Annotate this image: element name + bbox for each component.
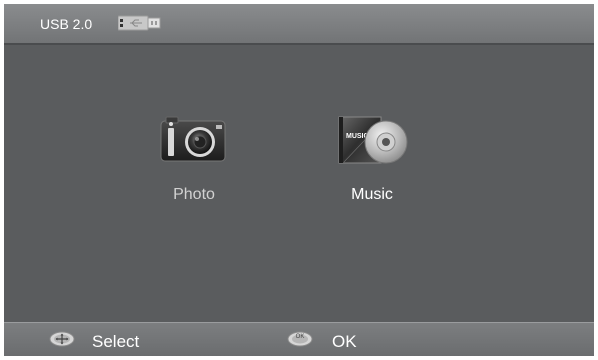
select-hint-label: Select	[92, 332, 140, 351]
ok-hint-label: OK	[332, 332, 357, 351]
photo-app-label: Photo	[173, 186, 215, 203]
photo-app-tile[interactable]: Photo	[144, 116, 234, 210]
bottom-bar: Select OK OK	[4, 322, 594, 356]
music-app-tile[interactable]: MUSIC Music	[326, 116, 416, 210]
music-cd-icon: MUSIC	[338, 116, 410, 171]
dpad-icon	[49, 331, 75, 352]
top-bar: USB 2.0	[4, 4, 594, 45]
source-label: USB 2.0	[40, 16, 93, 32]
ok-button-badge: OK	[295, 334, 305, 340]
ok-button-icon: OK	[287, 331, 313, 352]
media-screen: USB 2.0 Photo MUSIC Music Select OK OK	[4, 4, 594, 356]
camera-icon	[160, 116, 226, 167]
music-app-label: Music	[351, 186, 393, 203]
usb-drive-icon	[117, 15, 164, 36]
